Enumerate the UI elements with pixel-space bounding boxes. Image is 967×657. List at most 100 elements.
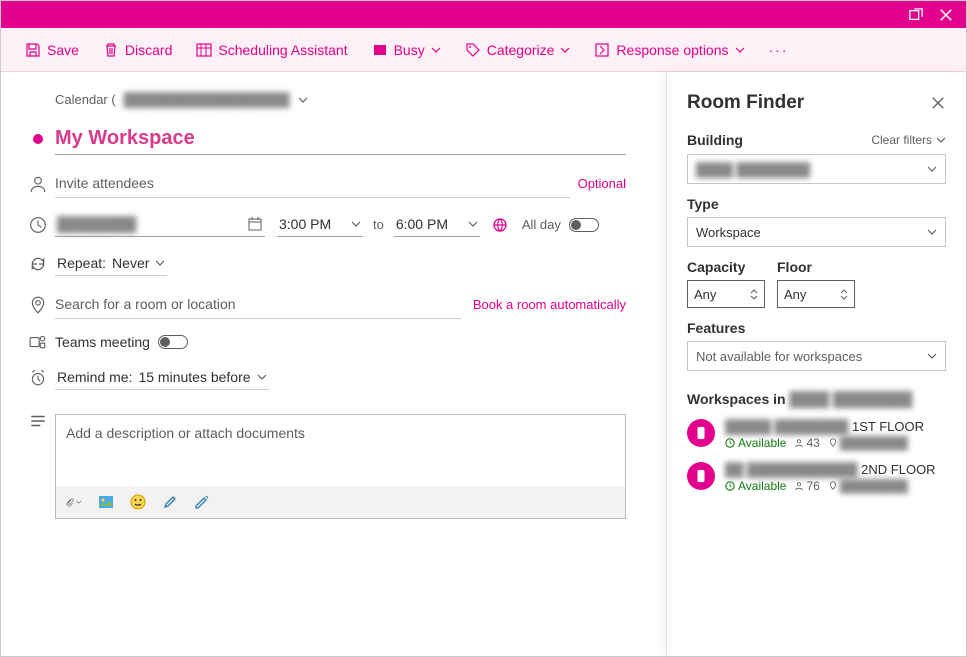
- response-icon: [594, 42, 610, 58]
- reminder-dropdown[interactable]: Remind me: 15 minutes before: [55, 365, 269, 390]
- chevron-down-icon: [936, 135, 946, 145]
- location-input[interactable]: [55, 290, 461, 319]
- optional-link[interactable]: Optional: [578, 176, 626, 191]
- location-icon: [21, 296, 55, 314]
- response-dropdown[interactable]: Response options: [594, 42, 744, 58]
- toolbar: Save Discard Scheduling Assistant Busy C…: [1, 28, 966, 72]
- scheduling-label: Scheduling Assistant: [218, 42, 347, 58]
- chevron-down-icon: [560, 45, 570, 55]
- categorize-dropdown[interactable]: Categorize: [465, 42, 571, 58]
- date-field[interactable]: ████████: [55, 212, 265, 237]
- capacity-stepper[interactable]: Any: [687, 280, 765, 308]
- building-select[interactable]: ████ ████████: [687, 154, 946, 184]
- date-value: ████████: [57, 216, 247, 232]
- type-select[interactable]: Workspace: [687, 217, 946, 247]
- to-label: to: [373, 217, 384, 232]
- overflow-button[interactable]: ···: [769, 42, 789, 58]
- type-label: Type: [687, 196, 946, 212]
- allday-toggle[interactable]: [569, 218, 599, 232]
- trash-icon: [103, 42, 119, 58]
- attach-icon[interactable]: [66, 494, 82, 510]
- building-value: ████ ████████: [696, 162, 810, 177]
- close-icon[interactable]: [938, 7, 954, 23]
- end-time-field[interactable]: 6:00 PM: [394, 212, 480, 237]
- chevron-down-icon: [927, 227, 937, 237]
- workspace-name: █████ ████████ 1ST FLOOR: [725, 419, 946, 434]
- clear-filters-link[interactable]: Clear filters: [871, 133, 946, 147]
- attendees-input[interactable]: [55, 169, 570, 198]
- location-badge: ████████: [828, 436, 908, 450]
- workspace-meta: Available 43 ████████: [725, 436, 946, 450]
- chevron-down-icon: [431, 45, 441, 55]
- titlebar: [1, 1, 966, 28]
- chevron-down-icon: [351, 219, 361, 229]
- teams-label: Teams meeting: [55, 334, 150, 350]
- breadcrumb-account: ██████████████████: [124, 92, 290, 107]
- workspace-item[interactable]: ██ ████████████ 2ND FLOOR Available 76 █…: [687, 462, 946, 493]
- workspace-icon: [687, 462, 715, 490]
- type-value: Workspace: [696, 225, 761, 240]
- popout-icon[interactable]: [908, 7, 924, 23]
- scheduling-button[interactable]: Scheduling Assistant: [196, 42, 347, 58]
- calendar-icon: [247, 216, 263, 232]
- chevron-down-icon: [468, 219, 478, 229]
- calendar-grid-icon: [196, 42, 212, 58]
- highlight-icon[interactable]: [162, 494, 178, 510]
- person-icon: [21, 175, 55, 193]
- response-label: Response options: [616, 42, 728, 58]
- description-icon: [21, 404, 55, 430]
- discard-button[interactable]: Discard: [103, 42, 172, 58]
- timezone-icon[interactable]: [492, 217, 508, 233]
- calendar-breadcrumb[interactable]: Calendar ( ██████████████████: [21, 92, 626, 107]
- teams-icon: [21, 333, 55, 351]
- repeat-label: Repeat:: [57, 255, 106, 271]
- start-time-value: 3:00 PM: [279, 216, 331, 232]
- event-form: Calendar ( ██████████████████ Optional: [1, 72, 666, 656]
- close-pane-icon[interactable]: [930, 95, 946, 111]
- alarm-icon: [21, 369, 55, 387]
- stepper-arrows-icon: [840, 289, 848, 300]
- workspace-meta: Available 76 ████████: [725, 479, 946, 493]
- emoji-icon[interactable]: [130, 494, 146, 510]
- workspace-icon: [687, 419, 715, 447]
- save-button[interactable]: Save: [25, 42, 79, 58]
- description-toolbar: [56, 486, 625, 518]
- workspace-item[interactable]: █████ ████████ 1ST FLOOR Available 43 ██…: [687, 419, 946, 450]
- chevron-down-icon: [927, 164, 937, 174]
- description-input[interactable]: [56, 415, 625, 486]
- roomfinder-title: Room Finder: [687, 92, 804, 114]
- floor-value: Any: [784, 287, 806, 302]
- draw-icon[interactable]: [194, 494, 210, 510]
- reminder-value: 15 minutes before: [138, 369, 250, 385]
- features-select[interactable]: Not available for workspaces: [687, 341, 946, 371]
- categorize-label: Categorize: [487, 42, 555, 58]
- teams-toggle[interactable]: [158, 335, 188, 349]
- start-time-field[interactable]: 3:00 PM: [277, 212, 363, 237]
- room-finder-pane: Room Finder Building Clear filters ████ …: [666, 72, 966, 656]
- auto-book-link[interactable]: Book a room automatically: [473, 297, 626, 312]
- features-label: Features: [687, 320, 946, 336]
- capacity-badge: 43: [794, 436, 819, 450]
- allday-label: All day: [522, 217, 561, 232]
- status-badge: Available: [725, 436, 786, 450]
- workspace-list-title: Workspaces in ████ ████████: [687, 391, 946, 407]
- tag-icon: [465, 42, 481, 58]
- save-icon: [25, 42, 41, 58]
- capacity-label: Capacity: [687, 259, 765, 275]
- busy-dropdown[interactable]: Busy: [372, 42, 441, 58]
- building-label: Building: [687, 132, 743, 148]
- chevron-down-icon: [927, 351, 937, 361]
- chevron-down-icon: [735, 45, 745, 55]
- description-box: [55, 414, 626, 519]
- floor-label: Floor: [777, 259, 855, 275]
- chevron-down-icon: [298, 95, 308, 105]
- discard-label: Discard: [125, 42, 172, 58]
- floor-stepper[interactable]: Any: [777, 280, 855, 308]
- end-time-value: 6:00 PM: [396, 216, 448, 232]
- reminder-label: Remind me:: [57, 369, 132, 385]
- event-title-input[interactable]: [55, 123, 626, 155]
- picture-icon[interactable]: [98, 494, 114, 510]
- repeat-dropdown[interactable]: Repeat: Never: [55, 251, 167, 276]
- location-badge: ████████: [828, 479, 908, 493]
- busy-label: Busy: [394, 42, 425, 58]
